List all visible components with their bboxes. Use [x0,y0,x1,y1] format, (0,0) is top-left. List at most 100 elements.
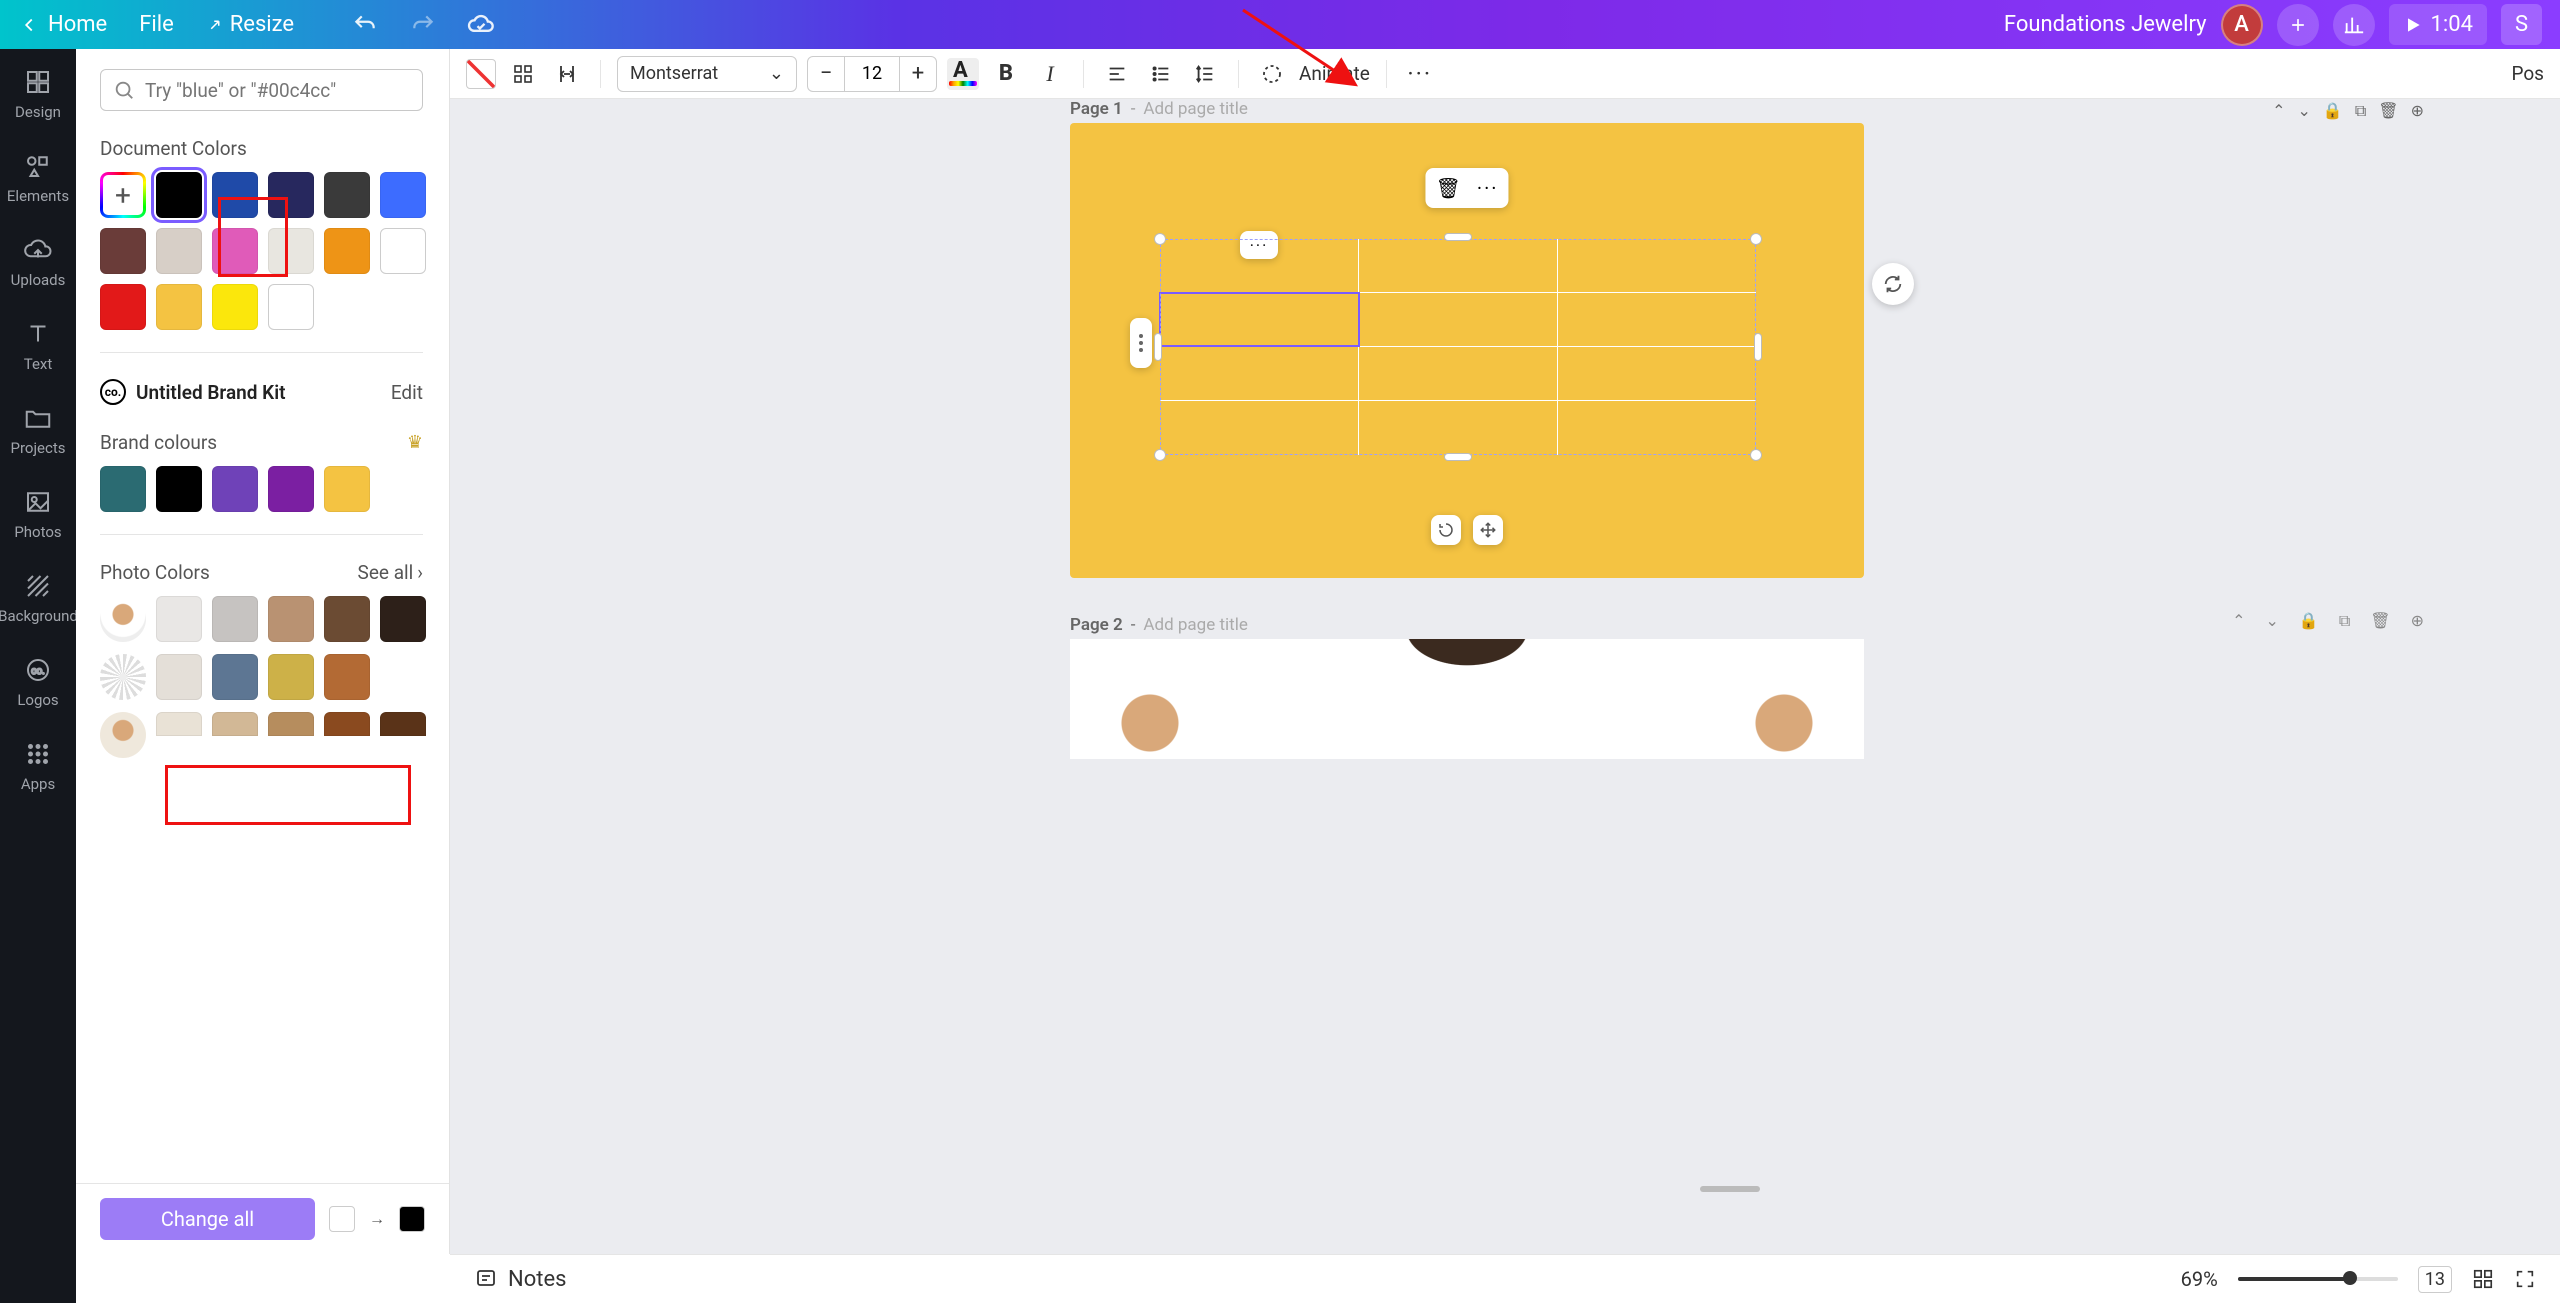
home-button[interactable]: Home [18,12,107,37]
color-swatch[interactable] [324,654,370,700]
rail-background[interactable]: Background [0,571,78,625]
font-family-select[interactable]: Montserrat ⌄ [617,56,797,92]
color-swatch[interactable] [268,712,314,736]
color-swatch[interactable] [324,172,370,218]
trash-icon[interactable]: 🗑 [1435,176,1460,200]
regenerate-button[interactable] [1872,263,1914,305]
move-icon[interactable] [1473,515,1503,545]
photo-thumb[interactable] [100,712,146,758]
resize-handle[interactable] [1754,333,1762,361]
color-swatch[interactable] [212,712,258,736]
fullscreen-icon[interactable] [2514,1268,2536,1290]
rail-elements[interactable]: Elements [7,151,69,205]
color-swatch[interactable] [212,284,258,330]
color-swatch[interactable] [212,654,258,700]
more-icon[interactable]: ··· [1477,176,1499,200]
page-1[interactable]: 🗑 ··· ··· [1070,123,1864,578]
color-search-input[interactable] [145,79,410,102]
delete-icon[interactable]: 🗑 [2378,101,2398,121]
canvas-region[interactable]: Page 1 - Add page title ⌃ ⌄ 🔒 ⧉ 🗑 ⊕ 🗑 ··… [450,99,2560,1254]
color-swatch[interactable] [156,466,202,512]
page-collapse-handle[interactable] [900,1180,2560,1198]
italic-button[interactable]: I [1033,57,1067,91]
collapse-up-icon[interactable]: ⌃ [2232,611,2245,631]
color-panel-scroll[interactable]: Document Colors + co. Untitled Brand Kit [76,49,449,1183]
collapse-up-icon[interactable]: ⌃ [2272,101,2285,121]
text-color-button[interactable]: A [947,58,979,90]
document-title[interactable]: Foundations Jewelry [2004,12,2207,37]
color-swatch[interactable] [268,466,314,512]
color-swatch[interactable] [268,284,314,330]
fill-color-button[interactable] [466,59,496,89]
list-button[interactable] [1144,57,1178,91]
photo-thumb[interactable] [100,596,146,642]
undo-icon[interactable] [350,10,380,40]
color-swatch[interactable] [156,654,202,700]
font-size-value[interactable]: 12 [844,57,900,91]
color-swatch[interactable] [100,284,146,330]
resize-button[interactable]: Resize [206,12,294,37]
color-swatch[interactable] [380,172,426,218]
add-page-icon[interactable]: ⊕ [2411,611,2424,631]
analytics-icon[interactable] [2333,4,2375,46]
brand-kit-edit[interactable]: Edit [391,381,423,404]
font-size-dec[interactable]: − [808,61,844,86]
resize-handle[interactable] [1154,233,1166,245]
photo-thumb[interactable] [100,654,146,700]
color-swatch[interactable] [268,654,314,700]
cloud-sync-icon[interactable] [466,10,496,40]
rail-design[interactable]: Design [15,67,61,121]
color-swatch[interactable] [212,228,258,274]
rotate-icon[interactable] [1431,515,1461,545]
color-search[interactable] [100,69,423,111]
add-color-button[interactable]: + [100,172,146,218]
page-2[interactable] [1070,639,1864,759]
expand-down-icon[interactable]: ⌄ [2266,611,2279,631]
color-swatch[interactable] [212,596,258,642]
table-selection[interactable] [1160,239,1756,455]
position-button[interactable]: Pos [2511,62,2544,85]
delete-icon[interactable]: 🗑 [2370,611,2390,631]
bold-button[interactable]: B [989,57,1023,91]
zoom-slider[interactable] [2238,1277,2398,1281]
color-swatch[interactable] [324,228,370,274]
border-style-button[interactable] [506,57,540,91]
color-swatch[interactable] [212,466,258,512]
more-button[interactable]: ··· [1403,57,1437,91]
align-button[interactable] [1100,57,1134,91]
duplicate-icon[interactable]: ⧉ [2355,101,2366,121]
color-swatch[interactable] [156,284,202,330]
color-swatch[interactable] [100,228,146,274]
color-swatch[interactable] [324,712,370,736]
animate-button[interactable]: Animate [1299,62,1370,85]
color-swatch[interactable] [156,172,202,218]
file-menu[interactable]: File [139,12,174,37]
notes-button[interactable]: Notes [474,1267,566,1292]
rail-apps[interactable]: Apps [21,739,55,793]
row-menu-pill[interactable] [1130,318,1152,368]
rail-photos[interactable]: Photos [14,487,61,541]
color-swatch[interactable] [100,466,146,512]
page-count-badge[interactable]: 13 [2418,1266,2452,1293]
rail-text[interactable]: Text [23,319,53,373]
lock-icon[interactable]: 🔒 [2299,611,2319,631]
add-page-icon[interactable]: ⊕ [2411,101,2424,121]
color-swatch[interactable] [380,712,426,736]
page-title-input[interactable]: Add page title [1143,99,1247,119]
color-swatch[interactable] [268,172,314,218]
resize-handle[interactable] [1444,453,1472,461]
redo-icon[interactable] [408,10,438,40]
share-button[interactable]: S [2501,4,2542,45]
color-swatch[interactable] [212,172,258,218]
rail-uploads[interactable]: Uploads [11,235,66,289]
spacing-button[interactable] [550,57,584,91]
present-button[interactable]: 1:04 [2389,4,2487,45]
color-swatch[interactable] [156,712,202,736]
color-swatch[interactable] [156,228,202,274]
color-swatch[interactable] [268,596,314,642]
rail-projects[interactable]: Projects [11,403,66,457]
page-title-input[interactable]: Add page title [1143,615,1247,635]
grid-view-icon[interactable] [2472,1268,2494,1290]
expand-down-icon[interactable]: ⌄ [2298,101,2311,121]
lock-icon[interactable]: 🔒 [2323,101,2343,121]
